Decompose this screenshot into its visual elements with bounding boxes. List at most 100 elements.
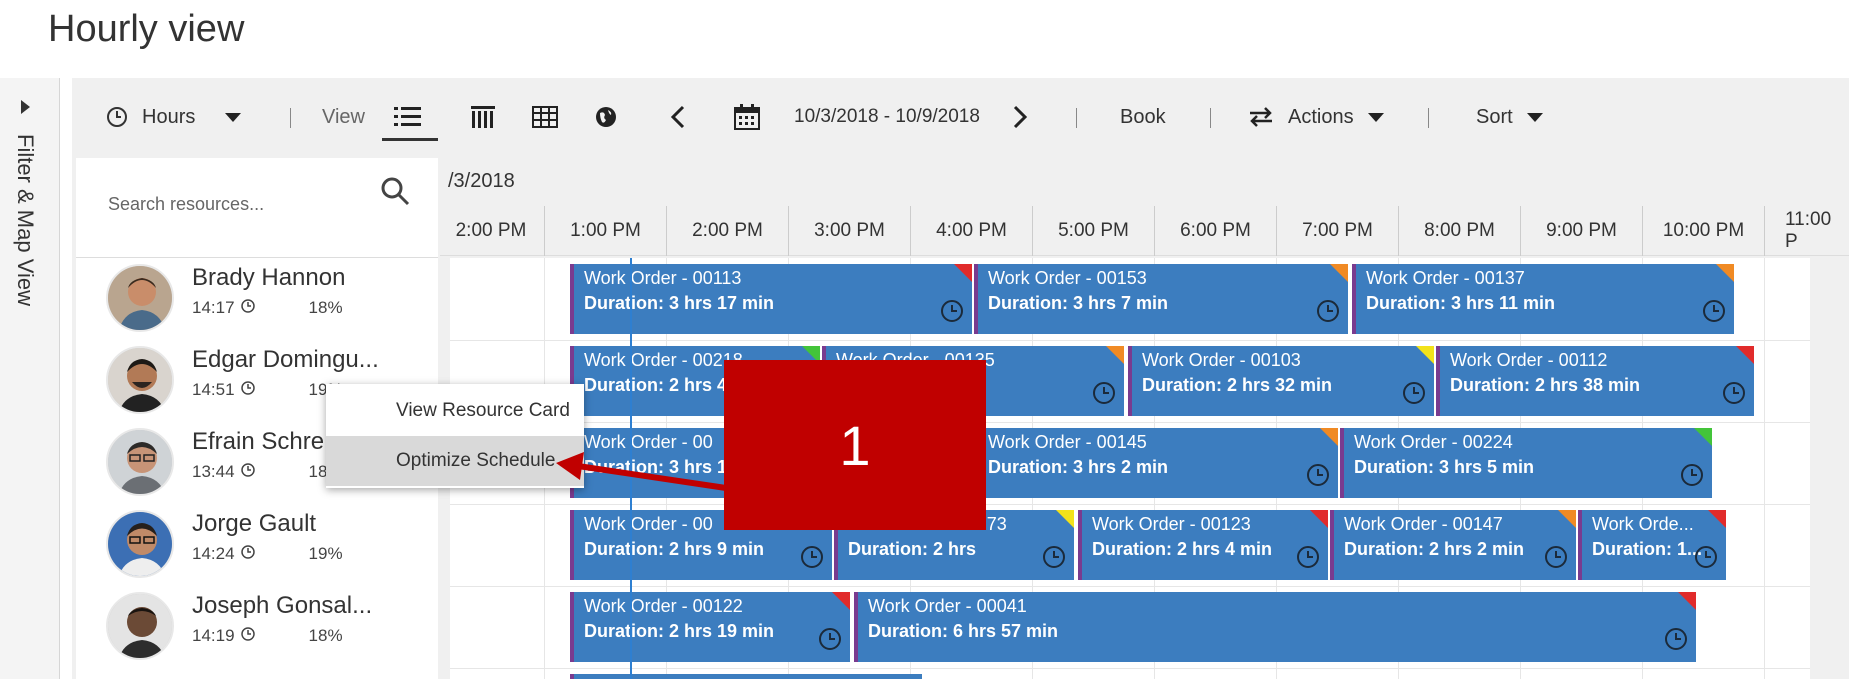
resource-row[interactable]: Jorge Gault 14:24 19%: [76, 504, 438, 586]
clock-icon: [800, 545, 824, 574]
booking-title: Work Order - 00112: [1450, 350, 1608, 370]
clock-icon: [1402, 381, 1426, 410]
resource-context-menu: View Resource Card Optimize Schedule: [326, 384, 584, 488]
booking-duration: Duration: 2 hrs 9 min: [584, 539, 765, 559]
hour-label: 1:00 PM: [544, 206, 666, 256]
hour-label: 2:00 PM: [455, 220, 527, 241]
hour-label: 3:00 PM: [788, 206, 910, 256]
booking-duration: Duration: 3 hrs 5 min: [1354, 457, 1535, 477]
booking-duration: Duration: 2 hrs: [848, 539, 977, 559]
chevron-right-icon: [1012, 105, 1028, 129]
booking-tile[interactable]: Work Order - 00147 Duration: 2 hrs 2 min: [1330, 510, 1576, 580]
optimize-schedule-menu-item[interactable]: Optimize Schedule: [326, 436, 584, 486]
map-view-button[interactable]: [594, 78, 618, 156]
booking-tile[interactable]: Work Order - 00145 Duration: 3 hrs 2 min: [974, 428, 1338, 498]
booking-title: Work Order - 00145: [988, 432, 1147, 452]
resource-name[interactable]: Jorge Gault: [192, 510, 316, 538]
toolbar-divider: [1076, 108, 1077, 128]
filter-map-rail[interactable]: Filter & Map View: [0, 78, 60, 679]
toolbar: Hours View 10/3/2018 - 10/9/2018 Book Ac…: [72, 78, 1849, 156]
date-picker-button[interactable]: [734, 78, 760, 156]
resource-name[interactable]: Brady Hannon: [192, 264, 345, 292]
current-time-line: [630, 258, 632, 679]
booking-tile[interactable]: Work Order - 00137 Duration: 3 hrs 11 mi…: [1352, 264, 1734, 334]
booking-tile[interactable]: Work Orde... Duration: 1...: [1578, 510, 1726, 580]
priority-flag: [954, 264, 972, 282]
priority-flag: [1558, 510, 1576, 528]
resource-utilization: 19%: [308, 544, 343, 563]
booking-title: Work Order - 00103: [1142, 350, 1301, 370]
hours-selector[interactable]: Hours: [106, 78, 242, 156]
booking-tile[interactable]: Work Order - 00103 Duration: 2 hrs 32 mi…: [1128, 346, 1434, 416]
expand-caret-icon[interactable]: [21, 100, 30, 114]
booking-title: Work Order - 00113: [584, 268, 742, 288]
filter-map-label[interactable]: Filter & Map View: [12, 134, 38, 306]
hour-label: 8:00 PM: [1398, 206, 1520, 256]
view-resource-card-menu-item[interactable]: View Resource Card: [326, 386, 584, 436]
grid-view-button[interactable]: [532, 78, 558, 156]
chevron-down-icon: [1526, 112, 1543, 122]
hour-label: 10:00 PM: [1642, 206, 1764, 256]
booking-duration: Duration: 2 hrs 19 min: [584, 621, 775, 641]
book-button[interactable]: Book: [1120, 78, 1166, 156]
sort-menu-button[interactable]: Sort: [1476, 78, 1543, 156]
chevron-left-icon: [670, 105, 686, 129]
booking-tile[interactable]: Work Order - 00112 Duration: 2 hrs 38 mi…: [1436, 346, 1754, 416]
booking-duration: Duration: 2 hrs 4 min: [1092, 539, 1273, 559]
resource-time: 14:24: [192, 544, 235, 563]
priority-flag: [832, 592, 850, 610]
clock-icon: [1544, 545, 1568, 574]
booking-tile[interactable]: Work Order - 00224 Duration: 3 hrs 5 min: [1340, 428, 1712, 498]
booking-duration: Duration: 2 hrs 38 min: [1450, 375, 1641, 395]
list-view-button[interactable]: [394, 78, 422, 156]
booking-tile[interactable]: Work Order - 00041 Duration: 6 hrs 57 mi…: [854, 592, 1696, 662]
avatar: [106, 346, 174, 414]
clock-icon: [1042, 545, 1066, 574]
clock-icon: [240, 626, 255, 646]
next-button[interactable]: [1012, 78, 1028, 156]
view-label: View: [322, 105, 365, 128]
resource-utilization: 18%: [308, 298, 343, 317]
toolbar-divider: [1210, 108, 1211, 128]
priority-flag: [1694, 428, 1712, 446]
booking-tile[interactable]: [570, 674, 922, 679]
booking-tile[interactable]: Work Order - 00122 Duration: 2 hrs 19 mi…: [570, 592, 850, 662]
chevron-down-icon: [1367, 112, 1384, 122]
resource-time: 14:19: [192, 626, 235, 645]
clock-icon: [1316, 299, 1340, 328]
page-title: Hourly view: [48, 8, 245, 50]
booking-title: Work Order - 00147: [1344, 514, 1503, 534]
actions-menu-button[interactable]: Actions: [1248, 78, 1384, 156]
resource-time: 14:17: [192, 298, 235, 317]
priority-flag: [1678, 592, 1696, 610]
clock-icon: [1694, 545, 1718, 574]
hour-label: 11:00 P: [1764, 206, 1849, 256]
booking-title: Work Order - 00137: [1366, 268, 1525, 288]
date-range[interactable]: 10/3/2018 - 10/9/2018: [794, 78, 980, 156]
table-icon: [532, 106, 558, 128]
booking-title: Work Order - 00153: [988, 268, 1147, 288]
resource-name[interactable]: Joseph Gonsal...: [192, 592, 372, 620]
clock-icon: [240, 544, 255, 564]
booking-duration: Duration: 3 hrs 17 min: [584, 293, 775, 313]
resource-name[interactable]: Efrain Schre: [192, 428, 324, 456]
hour-label: 5:00 PM: [1032, 206, 1154, 256]
booking-tile[interactable]: Work Order - 00153 Duration: 3 hrs 7 min: [974, 264, 1348, 334]
resource-row[interactable]: Joseph Gonsal... 14:19 18%: [76, 586, 438, 668]
columns-icon: [470, 104, 496, 130]
chevron-down-icon[interactable]: [225, 112, 242, 122]
swap-arrows-icon: [1248, 107, 1274, 127]
avatar: [106, 592, 174, 660]
resource-row[interactable]: Brady Hannon 14:17 18%: [76, 258, 438, 340]
hour-label: 9:00 PM: [1520, 206, 1642, 256]
clock-icon: [1722, 381, 1746, 410]
previous-button[interactable]: [670, 78, 686, 156]
resource-stats: 13:44 18%: [192, 462, 343, 482]
search-input[interactable]: [108, 194, 368, 215]
booking-tile[interactable]: Work Order - 00123 Duration: 2 hrs 4 min: [1078, 510, 1328, 580]
search-icon[interactable]: [380, 176, 410, 211]
priority-flag: [1330, 264, 1348, 282]
booking-title: Work Order - 00224: [1354, 432, 1513, 452]
vertical-view-button[interactable]: [470, 78, 496, 156]
resource-name[interactable]: Edgar Domingu...: [192, 346, 379, 374]
